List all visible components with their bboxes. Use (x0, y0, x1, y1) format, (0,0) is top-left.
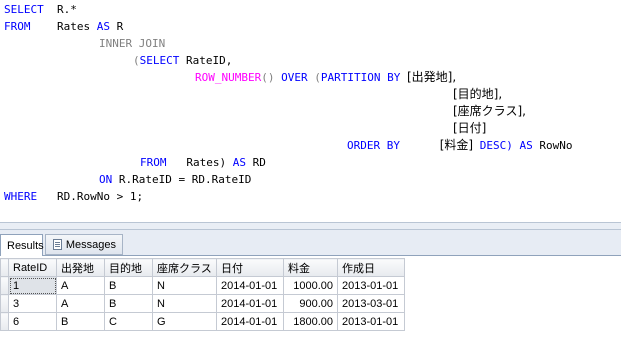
column-header-date[interactable]: 日付 (216, 258, 284, 277)
subquery-select-keyword: SELECT (139, 54, 180, 67)
tab-results-label: Results (7, 239, 44, 252)
tab-messages[interactable]: Messages (45, 234, 123, 255)
alias-r: R (116, 20, 124, 33)
as-rd-keyword: AS (232, 156, 246, 169)
grid-cell[interactable]: B (104, 276, 153, 295)
grid-cell[interactable]: C (104, 312, 153, 331)
sql-editor[interactable]: SELECT R.* FROM Rates AS R INNER JOIN (S… (0, 0, 621, 222)
grid-cell[interactable]: 2014-01-01 (216, 276, 284, 295)
grid-cell[interactable]: N (152, 276, 217, 295)
column-header-destination[interactable]: 目的地 (104, 258, 153, 277)
over-keyword: OVER (281, 71, 308, 84)
grid-cell[interactable]: A (56, 276, 105, 295)
grid-header-row: RateID 出発地 目的地 座席クラス 日付 料金 作成日 (0, 258, 405, 277)
row-selector[interactable] (0, 294, 9, 313)
grid-cell[interactable]: N (152, 294, 217, 313)
grid-cell[interactable]: 6 (8, 312, 57, 331)
grid-cell[interactable]: 3 (8, 294, 57, 313)
grid-cell[interactable]: 900.00 (283, 294, 338, 313)
results-grid-area: RateID 出発地 目的地 座席クラス 日付 料金 作成日 1 A B N 2… (0, 256, 621, 337)
column-header-rateid[interactable]: RateID (8, 258, 57, 277)
messages-icon (52, 238, 62, 251)
grid-corner[interactable] (0, 258, 9, 277)
table-row[interactable]: 1 A B N 2014-01-01 1000.00 2013-01-01 (0, 276, 405, 295)
sql-line-1: SELECT R.* (4, 1, 77, 18)
order-by-keyword: ORDER BY (347, 139, 400, 152)
tab-messages-label: Messages (65, 238, 116, 251)
grid-cell[interactable]: 1800.00 (283, 312, 338, 331)
partition-column-1: [出発地], (406, 70, 457, 84)
order-column: [料金] (439, 138, 474, 152)
pane-splitter[interactable] (0, 222, 621, 230)
inner-join-keyword: INNER JOIN (99, 37, 166, 50)
sql-line-4: (SELECT RateID, (133, 52, 232, 69)
grid-cell[interactable]: 1 (8, 276, 57, 295)
from-keyword: FROM (4, 20, 31, 33)
grid-cell[interactable]: B (104, 294, 153, 313)
subquery-from-keyword: FROM (140, 156, 167, 169)
on-keyword: ON (99, 173, 113, 186)
rowno-alias: RowNo (539, 139, 573, 152)
on-expression: R.RateID = RD.RateID (118, 173, 252, 186)
column-header-fare[interactable]: 料金 (283, 258, 338, 277)
row-number-function: ROW_NUMBER (195, 71, 262, 84)
sql-line-on: ON R.RateID = RD.RateID (99, 171, 251, 188)
rd-alias: RD (252, 156, 266, 169)
partition-column-4: [日付] (453, 121, 487, 135)
partition-column-3: [座席クラス], (453, 104, 526, 118)
sql-line-2: FROM Rates AS R (4, 18, 123, 35)
sql-line-3: INNER JOIN (99, 35, 165, 52)
grid-cell[interactable]: G (152, 312, 217, 331)
table-row[interactable]: 6 B C G 2014-01-01 1800.00 2013-01-01 (0, 312, 405, 331)
subquery-table: Rates) (186, 156, 227, 169)
as-keyword: AS (96, 20, 110, 33)
where-keyword: WHERE (4, 190, 38, 203)
grid-cell[interactable]: B (56, 312, 105, 331)
sql-line-5: ROW_NUMBER() OVER (PARTITION BY [出発地], (195, 70, 457, 84)
sql-line-subquery-from: FROM Rates) AS RD (140, 154, 266, 171)
from-table: Rates (57, 20, 91, 33)
grid-cell[interactable]: 2013-03-01 (337, 294, 405, 313)
row-selector[interactable] (0, 312, 9, 331)
function-parens: () (261, 71, 275, 84)
desc-keyword: DESC) (479, 139, 513, 152)
grid-cell[interactable]: 2013-01-01 (337, 312, 405, 331)
grid-cell[interactable]: A (56, 294, 105, 313)
sql-line-where: WHERE RD.RowNo > 1; (4, 188, 143, 205)
select-expression: R.* (57, 3, 77, 16)
column-header-seat-class[interactable]: 座席クラス (152, 258, 217, 277)
grid-cell[interactable]: 2014-01-01 (216, 312, 284, 331)
grid-cell[interactable]: 2013-01-01 (337, 276, 405, 295)
as-rowno-keyword: AS (519, 139, 533, 152)
sql-line-order-by: ORDER BY [料金] DESC) AS RowNo (347, 137, 572, 154)
where-expression: RD.RowNo > 1; (57, 190, 144, 203)
results-grid: RateID 出発地 目的地 座席クラス 日付 料金 作成日 1 A B N 2… (0, 258, 405, 331)
grid-cell[interactable]: 2014-01-01 (216, 294, 284, 313)
results-tab-bar: Results Messages (0, 230, 621, 256)
select-keyword: SELECT (4, 3, 44, 16)
tab-results[interactable]: Results (0, 234, 44, 256)
column-header-created-date[interactable]: 作成日 (337, 258, 405, 277)
rateid-column: RateID, (186, 54, 233, 67)
grid-cell[interactable]: 1000.00 (283, 276, 338, 295)
column-header-departure[interactable]: 出発地 (56, 258, 105, 277)
partition-column-2: [目的地], (453, 87, 503, 101)
row-selector[interactable] (0, 276, 9, 295)
partition-by-keyword: PARTITION BY (320, 71, 401, 84)
table-row[interactable]: 3 A B N 2014-01-01 900.00 2013-03-01 (0, 294, 405, 313)
open-paren: ( (133, 54, 140, 67)
